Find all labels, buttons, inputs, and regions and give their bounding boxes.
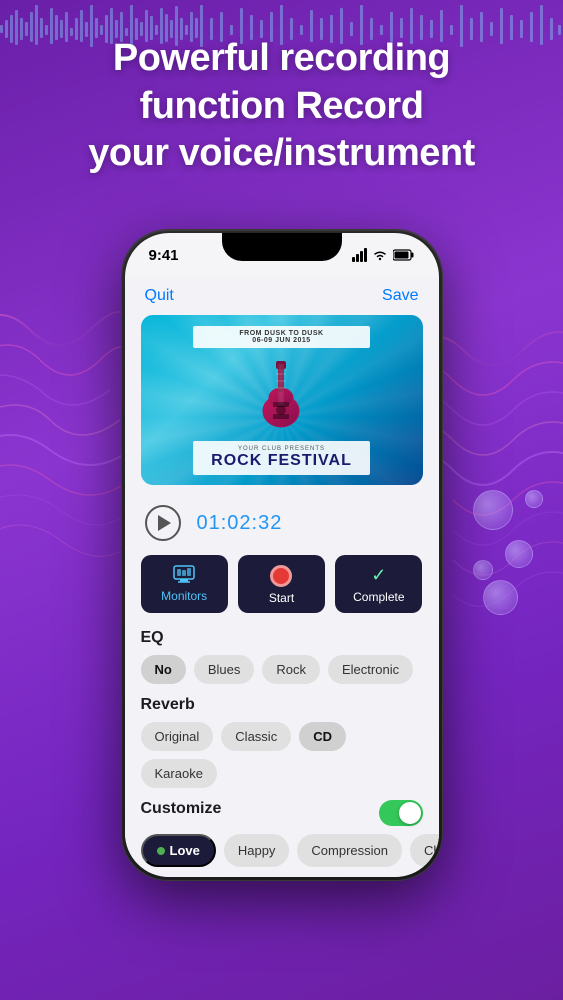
monitor-icon xyxy=(172,565,196,585)
festival-date-line2: 06-09 JUN 2015 xyxy=(209,337,354,344)
bubble-decoration-5 xyxy=(525,490,543,508)
festival-top-banner: FROM DUSK TO DUSK 06-09 JUN 2015 xyxy=(193,326,370,348)
reverb-section: Reverb Original Classic CD Karaoke xyxy=(125,690,439,794)
headline-line3: your voice/instrument xyxy=(88,132,474,174)
festival-bottom-banner: YOUR CLUB PRESENTS ROCK FESTIVAL xyxy=(193,441,370,475)
album-art: FROM DUSK TO DUSK 06-09 JUN 2015 xyxy=(141,315,423,485)
eq-section: EQ No Blues Rock Electronic xyxy=(125,623,439,690)
phone-screen: 9:41 xyxy=(125,233,439,877)
playback-controls: 01:02:32 xyxy=(125,497,439,549)
customize-header: Customize xyxy=(141,800,423,826)
toggle-knob xyxy=(399,802,421,824)
playback-time: 01:02:32 xyxy=(197,512,283,535)
start-button[interactable]: Start xyxy=(238,555,325,613)
customize-option-love[interactable]: Love xyxy=(141,834,216,867)
reverb-option-original[interactable]: Original xyxy=(141,722,214,751)
reverb-label: Reverb xyxy=(141,696,423,714)
phone-notch xyxy=(222,233,342,261)
status-time: 9:41 xyxy=(149,247,179,264)
eq-options: No Blues Rock Electronic xyxy=(141,655,423,684)
eq-option-blues[interactable]: Blues xyxy=(194,655,255,684)
customize-option-compression[interactable]: Compression xyxy=(297,834,402,867)
headline-line2: function Record xyxy=(140,85,424,127)
action-buttons-row: Monitors Start ✓ Complete xyxy=(125,549,439,623)
bubble-decoration-4 xyxy=(483,580,518,615)
customize-label: Customize xyxy=(141,800,222,818)
record-icon xyxy=(270,565,292,587)
album-background: FROM DUSK TO DUSK 06-09 JUN 2015 xyxy=(141,315,423,485)
monitors-button[interactable]: Monitors xyxy=(141,555,228,613)
play-button[interactable] xyxy=(145,505,181,541)
guitar-icon xyxy=(251,356,311,436)
love-label: Love xyxy=(170,843,200,858)
phone-mockup: 9:41 xyxy=(122,230,442,880)
reverb-option-karaoke[interactable]: Karaoke xyxy=(141,759,217,788)
navigation-bar: Quit Save xyxy=(125,277,439,315)
eq-option-electronic[interactable]: Electronic xyxy=(328,655,413,684)
left-wave-decoration xyxy=(0,280,130,580)
monitors-label: Monitors xyxy=(161,589,207,603)
bubble-decoration-3 xyxy=(473,560,493,580)
eq-option-rock[interactable]: Rock xyxy=(262,655,320,684)
reverb-option-classic[interactable]: Classic xyxy=(221,722,291,751)
bubble-decoration-1 xyxy=(473,490,513,530)
love-dot-icon xyxy=(157,847,165,855)
album-content: FROM DUSK TO DUSK 06-09 JUN 2015 xyxy=(193,326,370,475)
reverb-options: Original Classic CD Karaoke xyxy=(141,722,423,788)
complete-label: Complete xyxy=(353,590,404,604)
reverb-option-cd[interactable]: CD xyxy=(299,722,346,751)
quit-button[interactable]: Quit xyxy=(145,287,174,305)
header-section: Powerful recording function Record your … xyxy=(0,35,563,178)
customize-option-chorus[interactable]: Chorus xyxy=(410,834,438,867)
check-icon: ✓ xyxy=(371,565,386,586)
festival-date-line1: FROM DUSK TO DUSK xyxy=(209,330,354,337)
start-label: Start xyxy=(269,591,294,605)
customize-options: Love Happy Compression Chorus xyxy=(141,834,423,867)
status-icons xyxy=(352,248,415,262)
battery-icon xyxy=(393,249,415,261)
eq-label: EQ xyxy=(141,629,423,647)
bubble-decoration-2 xyxy=(505,540,533,568)
eq-option-no[interactable]: No xyxy=(141,655,186,684)
signal-bars-icon xyxy=(352,248,367,262)
customize-option-happy[interactable]: Happy xyxy=(224,834,290,867)
wifi-icon xyxy=(372,249,388,261)
save-button[interactable]: Save xyxy=(382,287,418,305)
headline-line1: Powerful recording xyxy=(113,37,450,79)
phone-outer-frame: 9:41 xyxy=(122,230,442,880)
rock-festival-text: ROCK FESTIVAL xyxy=(211,452,352,470)
customize-section: Customize Love Happy Compression Chorus xyxy=(125,794,439,877)
app-screen: Quit Save FROM DUSK TO DUSK 06-09 JUN 20… xyxy=(125,277,439,877)
customize-toggle[interactable] xyxy=(379,800,423,826)
headline: Powerful recording function Record your … xyxy=(30,35,533,178)
complete-button[interactable]: ✓ Complete xyxy=(335,555,422,613)
play-triangle-icon xyxy=(158,515,171,531)
